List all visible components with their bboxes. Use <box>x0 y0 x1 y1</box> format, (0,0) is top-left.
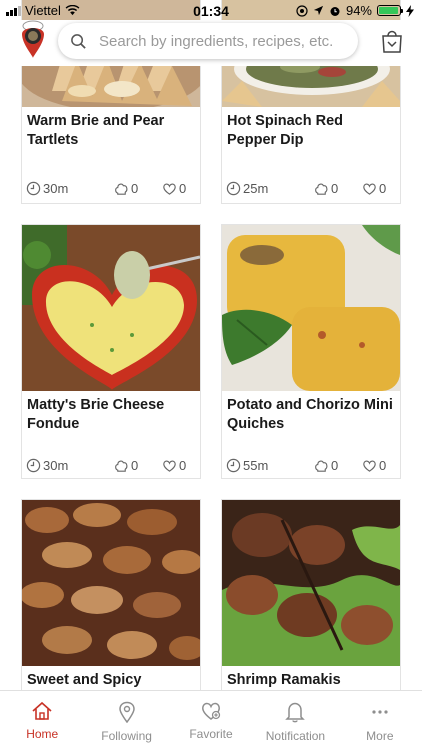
tab-home[interactable]: Home <box>0 691 84 750</box>
recipe-title[interactable]: Warm Brie and Pear Tartlets <box>27 112 195 150</box>
search-icon <box>71 33 86 49</box>
clock-icon <box>26 181 41 196</box>
recipe-meta: 55m 0 0 <box>226 458 398 476</box>
chef-hat-icon <box>315 183 328 195</box>
tab-favorite[interactable]: Favorite <box>169 691 253 750</box>
cook-time: 55m <box>226 458 268 473</box>
tab-following-label: Following <box>101 729 152 743</box>
recipe-title[interactable]: Shrimp Ramakis <box>227 671 395 690</box>
favorite-count[interactable]: 0 <box>162 181 186 196</box>
battery-fill <box>379 7 398 14</box>
tab-more[interactable]: More <box>338 691 422 750</box>
cook-time: 25m <box>226 181 268 196</box>
cooked-count[interactable]: 0 <box>114 181 138 196</box>
chef-hat-icon <box>315 460 328 472</box>
screen-lock-icon <box>296 4 308 17</box>
cook-time-value: 30m <box>43 458 69 473</box>
cook-time-value: 30m <box>43 181 69 196</box>
search-input[interactable] <box>99 32 349 50</box>
heart-icon <box>363 460 376 472</box>
tab-home-label: Home <box>26 727 59 741</box>
location-arrow-icon <box>313 5 324 16</box>
recipe-image-shrimp-ramakis[interactable] <box>222 500 400 666</box>
tab-more-label: More <box>366 729 394 743</box>
recipe-image-spicy-almonds[interactable] <box>22 500 200 666</box>
cook-time-value: 55m <box>243 458 269 473</box>
app-header <box>0 20 422 66</box>
cooked-count[interactable]: 0 <box>114 458 138 473</box>
chef-hat-icon <box>115 460 128 472</box>
status-bar: Viettel 01:34 94% <box>0 0 422 22</box>
favorite-count-value: 0 <box>179 458 187 473</box>
chef-hat-icon <box>115 183 128 195</box>
more-dots-icon <box>372 710 388 714</box>
battery-icon <box>377 5 403 16</box>
favorite-count[interactable]: 0 <box>162 458 186 473</box>
recipe-app-screen: Warm Brie and Pear Tartlets 30m 0 0 Hot … <box>0 0 422 750</box>
charging-bolt-icon <box>406 4 414 17</box>
clock-icon <box>226 181 241 196</box>
cooked-count-value: 0 <box>131 181 139 196</box>
heart-icon <box>201 702 221 720</box>
clock-icon <box>26 458 41 473</box>
recipe-meta: 30m 0 0 <box>26 458 198 476</box>
cook-time: 30m <box>26 181 68 196</box>
tab-following[interactable]: Following <box>84 691 168 750</box>
status-indicators: 94% <box>296 3 414 18</box>
recipe-meta: 30m 0 0 <box>26 181 198 199</box>
app-logo-icon[interactable] <box>18 20 48 60</box>
recipe-title[interactable]: Hot Spinach Red Pepper Dip <box>227 112 395 150</box>
location-pin-icon <box>118 701 135 723</box>
battery-percent: 94% <box>345 3 372 18</box>
heart-icon <box>363 183 376 195</box>
bell-icon <box>285 702 306 723</box>
home-icon <box>32 701 52 720</box>
shopping-bag-icon[interactable] <box>380 28 404 54</box>
cook-time: 30m <box>26 458 68 473</box>
favorite-count-value: 0 <box>179 181 187 196</box>
favorite-count[interactable]: 0 <box>362 458 386 473</box>
favorite-count[interactable]: 0 <box>362 181 386 196</box>
tab-notification-label: Notification <box>265 729 326 743</box>
recipe-image-brie-fondue[interactable] <box>22 225 200 391</box>
cooked-count-value: 0 <box>331 181 339 196</box>
recipe-grid[interactable]: Warm Brie and Pear Tartlets 30m 0 0 Hot … <box>0 0 422 750</box>
cooked-count-value: 0 <box>331 458 339 473</box>
cooked-count[interactable]: 0 <box>314 181 338 196</box>
alarm-icon <box>330 6 340 16</box>
clock-icon <box>226 458 241 473</box>
heart-icon <box>163 460 176 472</box>
cooked-count[interactable]: 0 <box>314 458 338 473</box>
recipe-title[interactable]: Potato and Chorizo Mini Quiches <box>227 396 395 434</box>
cooked-count-value: 0 <box>131 458 139 473</box>
recipe-card[interactable]: Matty's Brie Cheese Fondue 30m 0 0 <box>21 224 201 479</box>
tab-favorite-label: Favorite <box>189 727 233 741</box>
bottom-tab-bar: Home Following Favorite Notification Mor… <box>0 690 422 750</box>
recipe-title[interactable]: Matty's Brie Cheese Fondue <box>27 396 195 434</box>
favorite-count-value: 0 <box>379 458 387 473</box>
recipe-image-chorizo-quiches[interactable] <box>222 225 400 391</box>
favorite-count-value: 0 <box>379 181 387 196</box>
cook-time-value: 25m <box>243 181 269 196</box>
heart-icon <box>163 183 176 195</box>
recipe-meta: 25m 0 0 <box>226 181 398 199</box>
tab-notification[interactable]: Notification <box>253 691 337 750</box>
recipe-card[interactable]: Potato and Chorizo Mini Quiches 55m 0 0 <box>221 224 401 479</box>
search-bar[interactable] <box>58 23 358 59</box>
